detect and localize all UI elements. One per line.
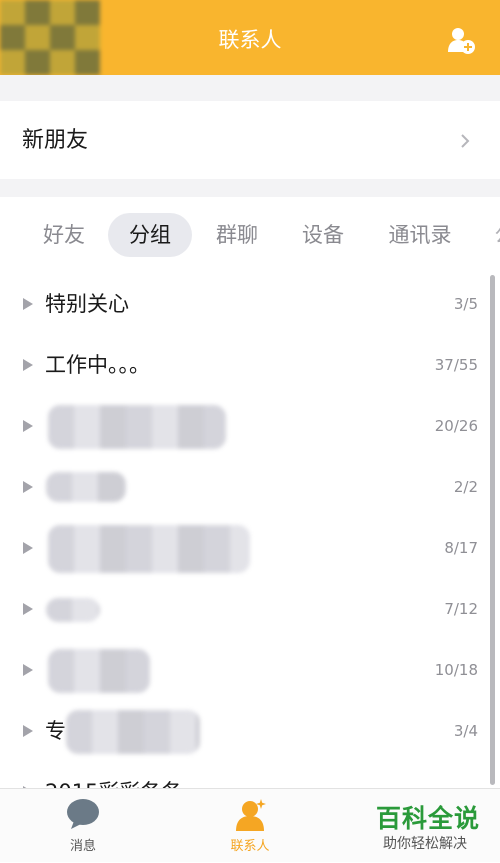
section-divider [0, 75, 500, 101]
expand-arrow-icon [23, 664, 33, 676]
tab-friends[interactable]: 好友 [27, 213, 101, 257]
redacted-group-name [48, 649, 150, 693]
tab-groups[interactable]: 分组 [108, 213, 192, 257]
expand-arrow-icon [23, 542, 33, 554]
new-friends-row[interactable]: 新朋友 [0, 101, 500, 179]
redacted-group-name [48, 525, 250, 573]
section-divider [0, 179, 500, 197]
list-item[interactable]: 2/2 [0, 458, 500, 519]
list-item[interactable]: 2015彩彩各各 [0, 763, 500, 788]
group-count: 7/12 [444, 600, 478, 618]
list-item[interactable]: 8/17 [0, 519, 500, 580]
tab-messages-label: 消息 [69, 839, 96, 854]
redacted-group-name [46, 472, 126, 502]
add-contact-icon[interactable] [446, 26, 476, 56]
redacted-group-name [66, 710, 200, 754]
expand-arrow-icon [23, 725, 33, 737]
contact-tabs: 好友 分组 群聊 设备 通讯录 公 [0, 197, 500, 275]
chevron-right-icon [461, 134, 470, 148]
group-name: 专 [45, 719, 66, 743]
tab-messages[interactable]: 消息 [23, 789, 143, 863]
scrollbar[interactable] [490, 275, 495, 785]
group-count: 8/17 [444, 539, 478, 557]
expand-arrow-icon [23, 603, 33, 615]
list-item[interactable]: 7/12 [0, 580, 500, 641]
group-list: 特别关心 3/5 工作中。。。 37/55 20/26 2/2 8/17 7/1… [0, 275, 500, 788]
redacted-group-name [48, 405, 226, 449]
group-count: 37/55 [434, 356, 478, 374]
group-count: 3/5 [453, 295, 478, 313]
expand-arrow-icon [23, 481, 33, 493]
expand-arrow-icon [23, 298, 33, 310]
list-item[interactable]: 10/18 [0, 641, 500, 702]
contacts-person-icon [236, 799, 266, 831]
tab-address-book[interactable]: 通讯录 [374, 213, 466, 257]
group-count: 10/18 [434, 661, 478, 679]
tab-more-partial[interactable]: 公 [490, 213, 500, 257]
group-name: 2015彩彩各各 [45, 763, 182, 788]
expand-arrow-icon [23, 359, 33, 371]
chat-bubble-icon [67, 799, 99, 829]
group-count: 2/2 [453, 478, 478, 496]
group-name: 特别关心 [45, 292, 129, 316]
group-name: 工作中。。。 [45, 353, 150, 377]
watermark-subtitle: 助你轻松解决 [383, 836, 467, 852]
list-item[interactable]: 专 3/4 [0, 702, 500, 763]
group-count: 20/26 [434, 417, 478, 435]
top-bar: 联系人 [0, 0, 500, 75]
tab-devices[interactable]: 设备 [286, 213, 360, 257]
list-item[interactable]: 特别关心 3/5 [0, 275, 500, 336]
group-count: 3/4 [453, 722, 478, 740]
watermark-title: 百科全说 [376, 804, 481, 833]
page-title: 联系人 [218, 28, 282, 52]
new-friends-label: 新朋友 [22, 128, 89, 153]
redacted-group-name [46, 598, 100, 622]
tab-contacts[interactable]: 联系人 [190, 789, 310, 863]
bottom-tab-bar: 消息 联系人 百科全说 助你轻松解决 [0, 788, 500, 862]
tab-group-chats[interactable]: 群聊 [200, 213, 274, 257]
expand-arrow-icon [23, 420, 33, 432]
tab-contacts-label: 联系人 [230, 839, 270, 854]
list-item[interactable]: 20/26 [0, 397, 500, 458]
list-item[interactable]: 工作中。。。 37/55 [0, 336, 500, 397]
